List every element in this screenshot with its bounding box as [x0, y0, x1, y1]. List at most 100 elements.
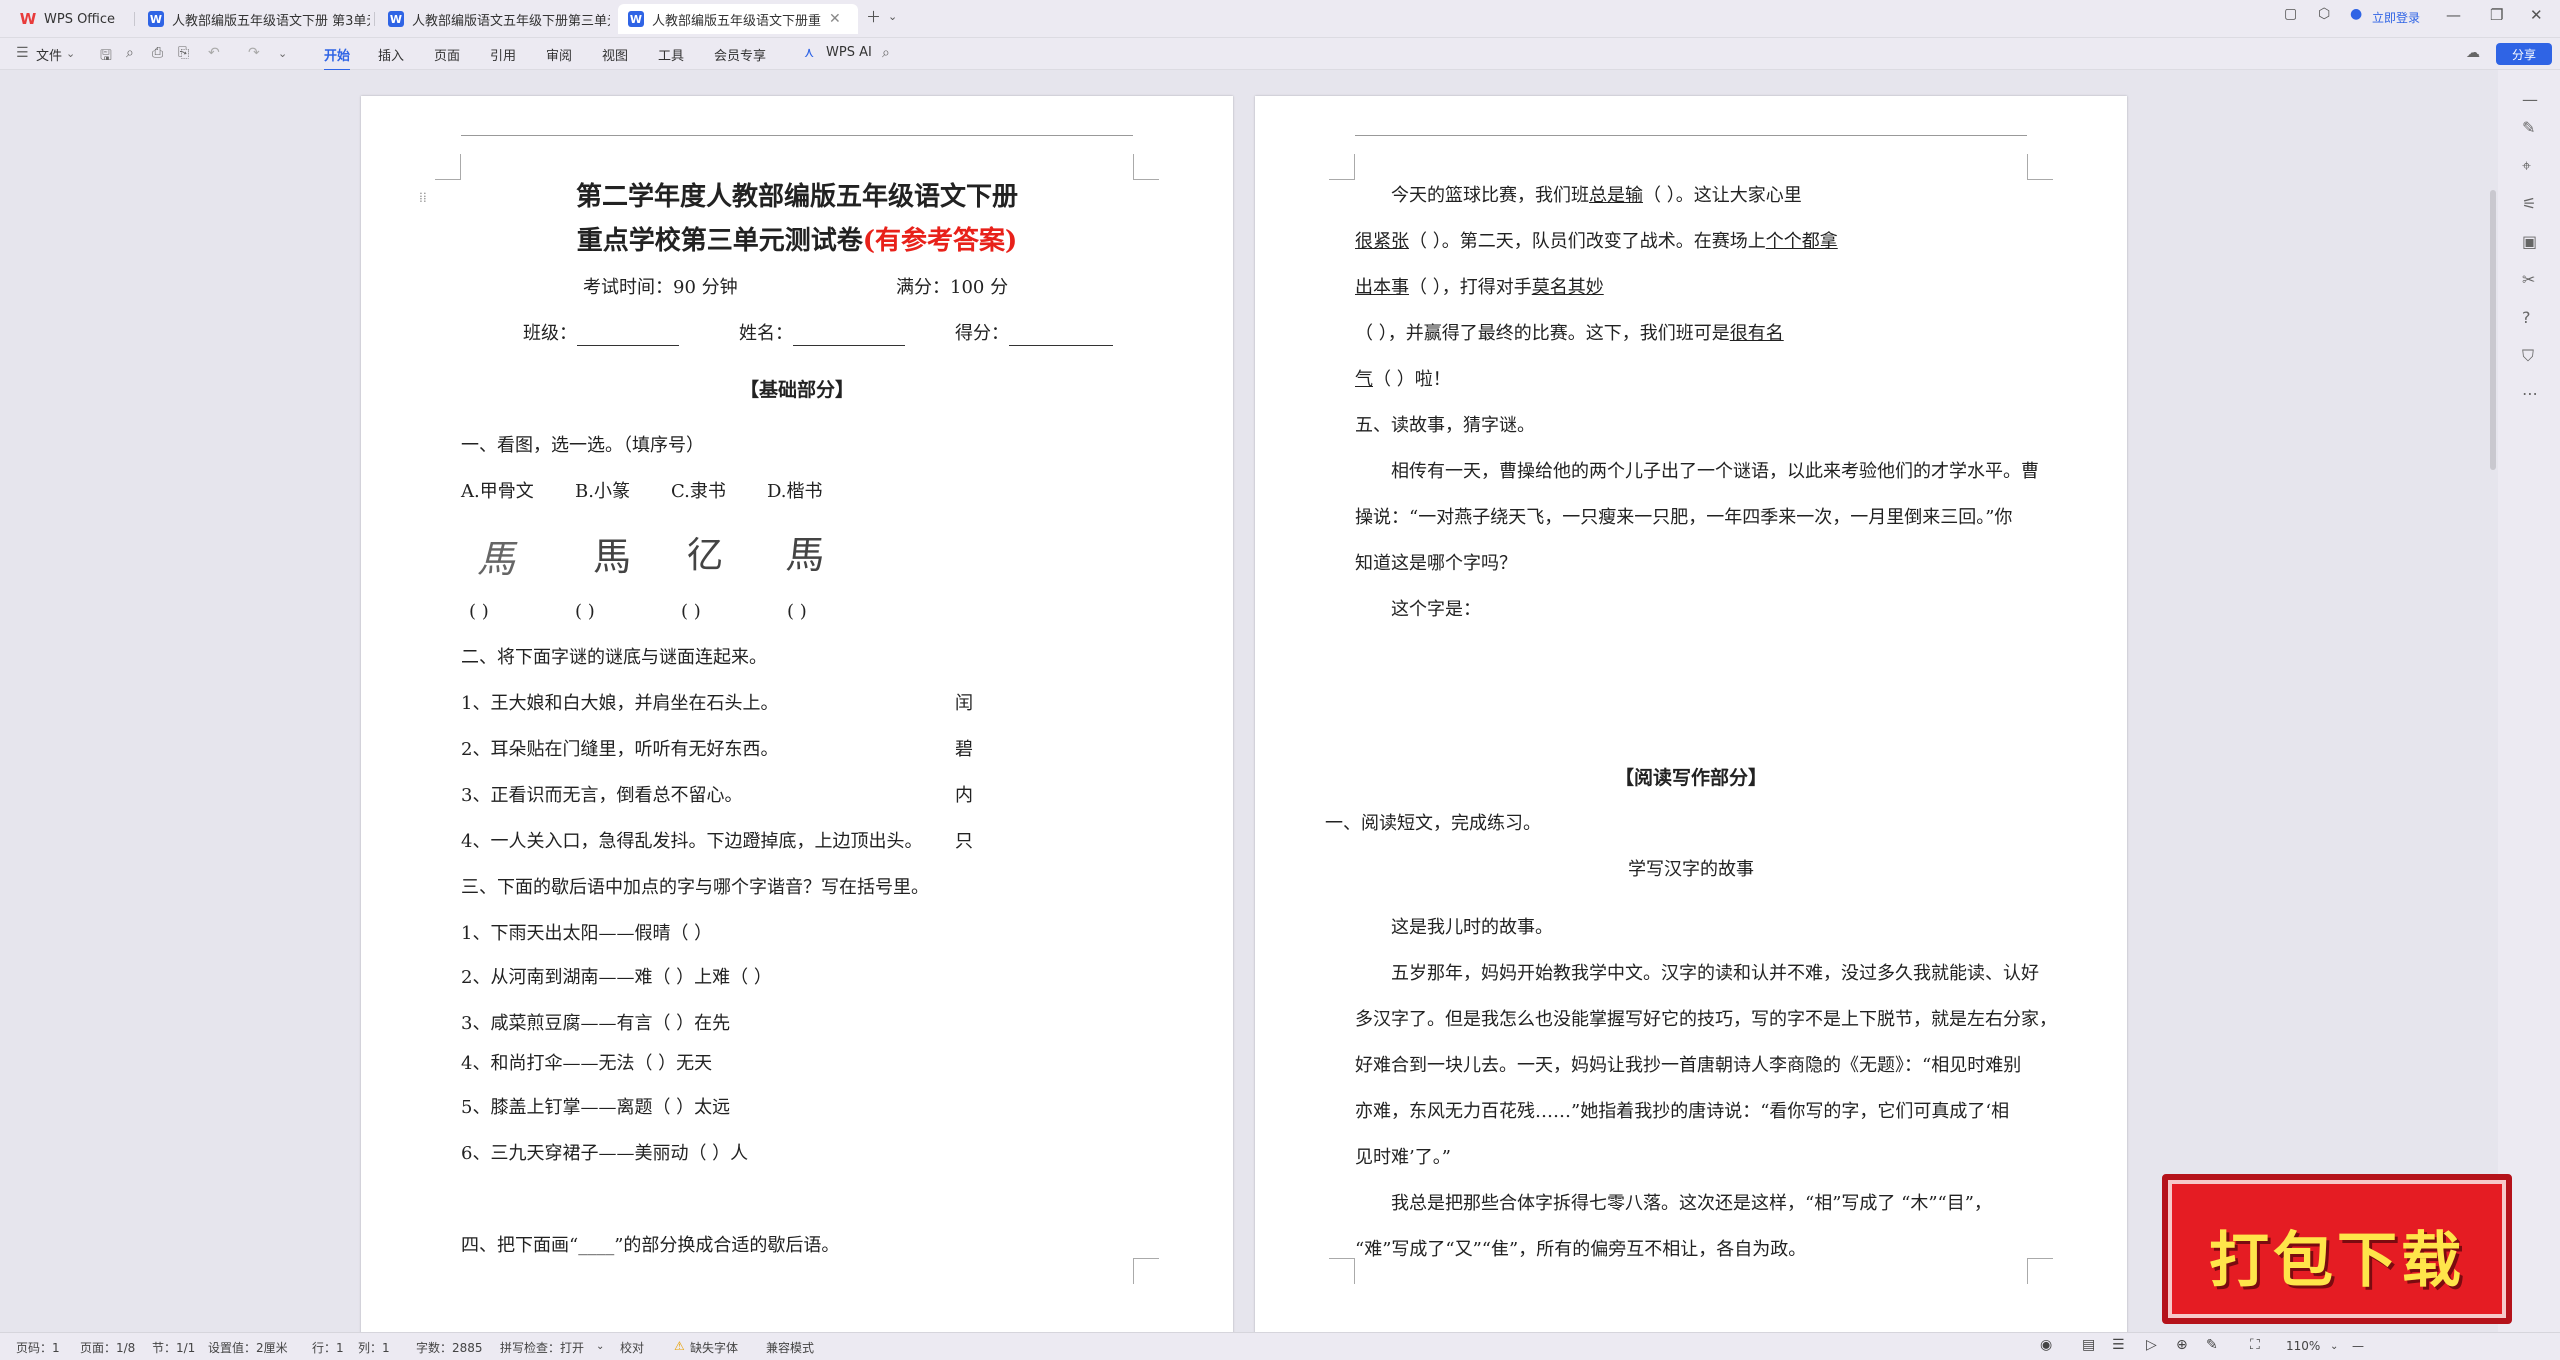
fit-page-icon[interactable]: ⛶: [2250, 1337, 2260, 1353]
minimize-icon[interactable]: —: [2446, 6, 2461, 24]
wps-ai-button[interactable]: WPS AI: [826, 45, 872, 60]
answer-paren[interactable]: ( ): [681, 600, 701, 624]
window-icon[interactable]: ▢: [2284, 6, 2297, 22]
paragraph-line: （ ），并赢得了最终的比赛。这下，我们班可是很有名: [1355, 322, 1784, 346]
answer-paren[interactable]: ( ): [575, 600, 595, 624]
chevron-down-icon[interactable]: ⌄: [278, 47, 287, 60]
status-row[interactable]: 行：1: [312, 1339, 344, 1356]
answer-paren[interactable]: ( ): [787, 600, 807, 624]
collapse-icon[interactable]: —: [2522, 90, 2538, 109]
text-run: （ ）啦！: [1373, 369, 1451, 390]
passage-line: “难”写成了“又”“隹”，所有的偏旁互不相让，各自为政。: [1355, 1239, 1807, 1260]
section-heading: 【基础部分】: [739, 379, 854, 401]
status-missing-font[interactable]: 缺失字体: [690, 1339, 738, 1356]
exam-time: 考试时间：90 分钟: [583, 277, 738, 298]
page-corner-mark: [2027, 154, 2053, 180]
web-view-icon[interactable]: ⊕: [2176, 1337, 2188, 1353]
tab-document-active[interactable]: W 人教部编版五年级语文下册重 ✕: [618, 4, 858, 34]
tab-tools[interactable]: 工具: [658, 45, 684, 64]
tab-wps-home[interactable]: W WPS Office: [10, 4, 130, 34]
underlined-phrase: 很有名: [1729, 323, 1784, 344]
play-icon[interactable]: ▷: [2146, 1337, 2157, 1353]
share-button[interactable]: 分享: [2496, 43, 2552, 65]
status-setting[interactable]: 设置值：2厘米: [208, 1339, 288, 1356]
select-icon[interactable]: ⌖: [2522, 156, 2531, 176]
page-corner-mark: [1329, 154, 1355, 180]
document-canvas[interactable]: ⁞⁞ 第二学年度人教部编版五年级语文下册 重点学校第三单元测试卷(有参考答案) …: [0, 70, 2560, 1336]
adjust-icon[interactable]: ⚟: [2522, 194, 2536, 213]
answer-paren[interactable]: ( ): [469, 600, 489, 624]
vertical-scrollbar[interactable]: [2490, 190, 2496, 470]
write-icon[interactable]: ✎: [2206, 1337, 2218, 1353]
status-word-count[interactable]: 字数：2885: [416, 1339, 483, 1356]
text-run: （ ）。这让大家心里: [1643, 185, 1802, 206]
score-blank[interactable]: [1009, 345, 1113, 346]
search-icon[interactable]: ⌕: [882, 45, 890, 61]
tab-label: WPS Office: [44, 11, 116, 27]
outline-view-icon[interactable]: ☰: [2112, 1337, 2125, 1353]
class-blank[interactable]: [577, 345, 679, 346]
help-icon[interactable]: ?: [2522, 308, 2531, 327]
chevron-down-icon[interactable]: ⌄: [2330, 1341, 2338, 1352]
tab-document-2[interactable]: W 人教部编版语文五年级下册第三单元: [378, 4, 610, 34]
status-page[interactable]: 页码：1: [16, 1339, 60, 1356]
tab-insert[interactable]: 插入: [378, 45, 404, 64]
file-menu[interactable]: 文件: [36, 45, 62, 64]
print-icon[interactable]: ⎙: [152, 45, 163, 61]
xiehouyu-6: 6、三九天穿裙子——美丽动（ ）人: [461, 1143, 749, 1164]
restore-icon[interactable]: ❐: [2490, 6, 2503, 24]
story-line: 知道这是哪个字吗？: [1355, 553, 1517, 574]
tab-home[interactable]: 开始: [324, 45, 351, 71]
glyph-seal-script: 𢒼: [687, 535, 724, 576]
tab-page[interactable]: 页面: [434, 45, 460, 64]
login-link[interactable]: 立即登录: [2372, 9, 2420, 26]
redo-icon[interactable]: ↷: [248, 45, 260, 61]
status-section[interactable]: 节：1/1: [152, 1339, 195, 1356]
status-spell-check[interactable]: 拼写检查：打开: [500, 1339, 584, 1356]
more-icon[interactable]: ⋯: [2522, 384, 2538, 403]
score-field: 得分：: [955, 322, 1113, 346]
wps-logo-icon: W: [19, 10, 37, 28]
download-banner[interactable]: 打包下载: [2162, 1174, 2512, 1324]
status-proof[interactable]: 校对: [620, 1339, 644, 1356]
chevron-down-icon[interactable]: ⌄: [66, 47, 75, 60]
hamburger-menu-icon[interactable]: ☰: [16, 45, 29, 61]
zoom-level[interactable]: 110%: [2286, 1339, 2320, 1353]
tab-view[interactable]: 视图: [602, 45, 628, 64]
cube-icon[interactable]: ⬡: [2318, 6, 2330, 22]
shirt-icon[interactable]: ⛉: [2522, 346, 2534, 366]
tab-member[interactable]: 会员专享: [714, 45, 766, 64]
document-page-1[interactable]: ⁞⁞ 第二学年度人教部编版五年级语文下册 重点学校第三单元测试卷(有参考答案) …: [361, 96, 1233, 1336]
page-corner-mark: [1133, 154, 1159, 180]
close-icon[interactable]: ✕: [829, 11, 841, 27]
riddle-2: 2、耳朵贴在门缝里，听听有无好东西。: [461, 739, 779, 760]
tab-references[interactable]: 引用: [490, 45, 516, 64]
document-page-2[interactable]: 今天的篮球比赛，我们班总是输（ ）。这让大家心里 很紧张（ ）。第二天，队员们改…: [1255, 96, 2127, 1336]
undo-icon[interactable]: ↶: [208, 45, 220, 61]
pen-icon[interactable]: ✎: [2522, 118, 2535, 137]
status-pages[interactable]: 页面：1/8: [80, 1339, 135, 1356]
print-preview-icon[interactable]: ⎘: [178, 45, 189, 61]
tab-review[interactable]: 审阅: [546, 45, 572, 64]
chevron-down-icon[interactable]: ⌄: [596, 1341, 604, 1352]
close-window-icon[interactable]: ✕: [2530, 6, 2543, 24]
chevron-down-icon[interactable]: ⌄: [888, 10, 897, 23]
cloud-sync-icon[interactable]: ☁: [2466, 45, 2480, 61]
tools-icon[interactable]: ✂: [2522, 270, 2535, 289]
header-line: [1355, 135, 2027, 136]
score-label: 得分：: [955, 323, 1009, 344]
eye-icon[interactable]: ◉: [2040, 1337, 2052, 1353]
search-doc-icon[interactable]: ⌕: [126, 45, 134, 61]
new-tab-button[interactable]: ＋: [866, 6, 881, 27]
tab-document-1[interactable]: W 人教部编版五年级语文下册 第3单元: [138, 4, 370, 34]
passage-line: 我总是把那些合体字拆得七零八落。这次还是这样，“相”写成了 “木”“目”，: [1391, 1193, 1992, 1214]
user-avatar-icon[interactable]: ●: [2350, 6, 2362, 22]
save-icon[interactable]: 🖫: [100, 45, 112, 69]
text-run: （ ），打得对手: [1409, 277, 1532, 298]
status-col[interactable]: 列：1: [358, 1339, 390, 1356]
page-view-icon[interactable]: ▤: [2082, 1337, 2095, 1353]
image-icon[interactable]: ▣: [2522, 232, 2537, 251]
name-blank[interactable]: [793, 345, 905, 346]
zoom-out-icon[interactable]: —: [2352, 1339, 2364, 1353]
text-run: （ ），并赢得了最终的比赛。这下，我们班可是: [1355, 323, 1730, 344]
